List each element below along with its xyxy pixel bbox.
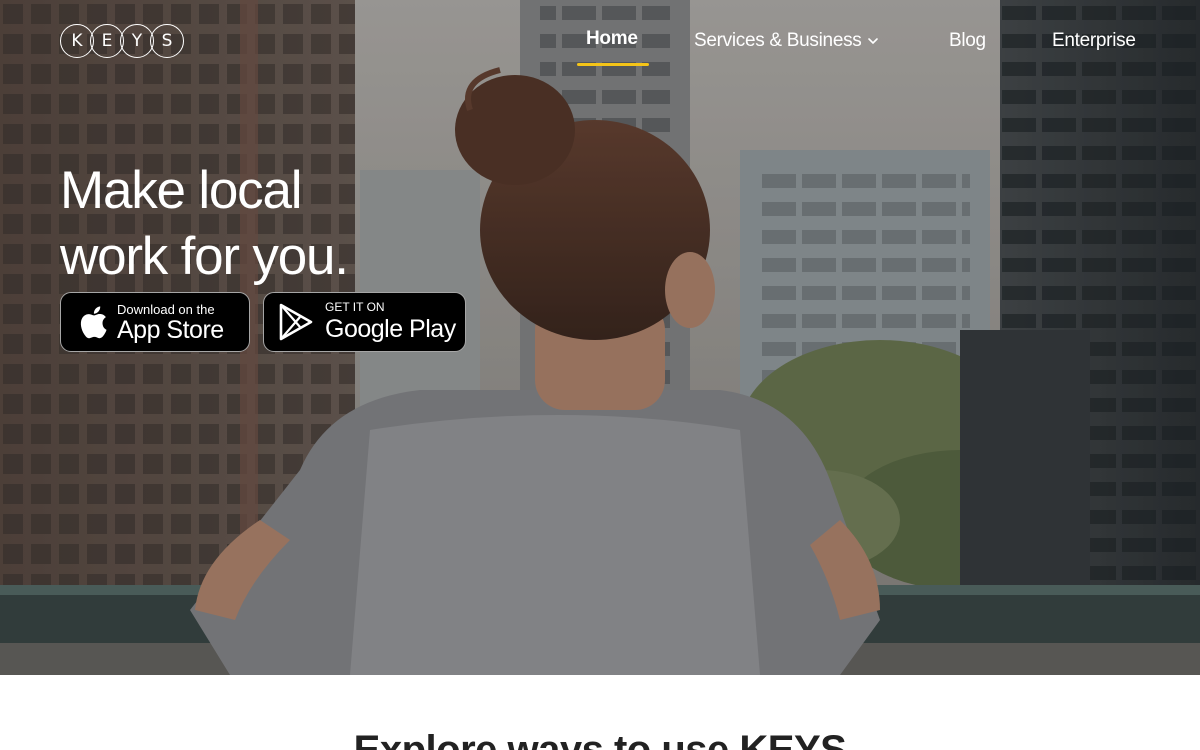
- chevron-down-icon: [868, 38, 879, 45]
- hero-headline-line-2: work for you.: [60, 227, 349, 286]
- nav-blog-link[interactable]: Blog: [949, 30, 986, 52]
- google-play-big-text: Google Play: [325, 315, 456, 343]
- nav-home-link[interactable]: Home: [586, 28, 638, 50]
- nav-active-indicator: [577, 63, 649, 66]
- app-store-button[interactable]: Download on the App Store: [60, 292, 250, 352]
- play-icon: [279, 303, 313, 341]
- nav-enterprise-link[interactable]: Enterprise: [1052, 30, 1136, 52]
- google-play-small-text: GET IT ON: [325, 300, 385, 314]
- main-nav: Home Services & Business Blog Enterprise: [0, 0, 1200, 80]
- nav-services-label: Services & Business: [694, 30, 862, 51]
- apple-icon: [80, 306, 107, 339]
- explore-section-title: Explore ways to use KEYS: [353, 728, 847, 750]
- google-play-button[interactable]: GET IT ON Google Play: [263, 292, 466, 352]
- hero-headline-line-1: Make local: [60, 161, 303, 220]
- hero-headline: Make local work for you.: [60, 158, 349, 290]
- app-store-big-text: App Store: [117, 316, 224, 344]
- app-store-small-text: Download on the: [117, 302, 215, 317]
- nav-services-dropdown[interactable]: Services & Business: [694, 30, 879, 52]
